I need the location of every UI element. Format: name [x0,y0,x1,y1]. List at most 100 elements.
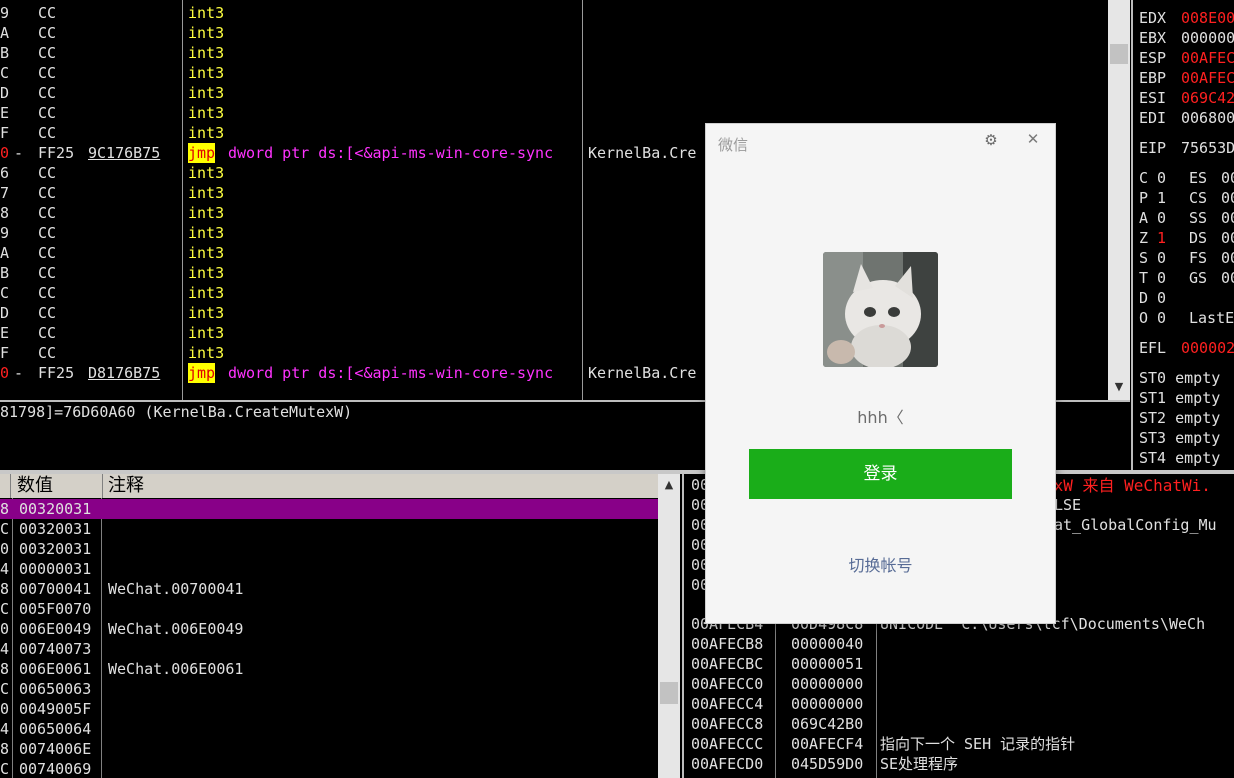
dump-value: 00700041 [19,580,92,598]
instruction: int3 [188,184,225,202]
switch-account-link[interactable]: 切换帐号 [706,552,1055,576]
stack-comment-partial: LSE [1054,496,1082,514]
dump-row[interactable]: C 00740069 [0,759,658,778]
dump-row[interactable]: C 005F0070 [0,599,658,619]
dump-row[interactable]: 4 00000031 [0,559,658,579]
dump-value: 0074006E [19,740,92,758]
stack-value: 00000000 [791,675,864,693]
register-value: 00AFEC [1181,69,1234,87]
disasm-row[interactable]: 9 CC int3 [0,3,1108,23]
column-separator [182,0,183,400]
disasm-row[interactable]: B CC int3 [0,43,1108,63]
register-name: EBX [1139,29,1167,47]
address-tail: 0 [0,620,10,638]
dump-row[interactable]: 0 006E0049 WeChat.006E0049 [0,619,658,639]
address-tail: C [0,680,10,698]
register-value: 069C42 [1181,89,1234,107]
fpu-register: ST4 empty [1139,449,1221,467]
flag-value: 0 [1157,289,1167,307]
scrollbar-thumb[interactable] [1110,44,1128,64]
opcode-bytes: CC [38,204,57,222]
instruction: int3 [188,24,225,42]
stack-address[interactable]: 00AFECCC [691,734,763,754]
segment-value: 00 [1221,229,1234,247]
dump-value: 00320031 [19,500,92,518]
header-value[interactable]: 数值 [17,474,53,498]
address-tail: 8 [0,580,10,598]
flag-value: 0 [1157,309,1167,327]
stack-value: 069C42B0 [791,715,864,733]
dump-row[interactable]: 0 0049005F [0,699,658,719]
address-tail: 4 [0,720,10,738]
instruction-comment: KernelBa.Cre [588,144,697,162]
jump-marker: - [14,364,24,382]
column-separator [775,624,776,778]
fpu-register: ST0 empty [1139,369,1221,387]
column-separator [876,624,877,778]
dump-row[interactable]: 4 00650064 [0,719,658,739]
address-tail: 6 [0,164,10,182]
dump-pane: 数值 注释 8 00320031 C 00320031 0 00320031 4 000000… [0,474,658,778]
login-button[interactable]: 登录 [749,449,1012,499]
dump-row[interactable]: 4 00740073 [0,639,658,659]
segment-name: FS [1189,249,1208,267]
instruction-operand: dword ptr ds:[<&api-ms-win-core-sync [228,364,554,382]
address-tail: E [0,104,10,122]
address-tail: 4 [0,640,10,658]
opcode-bytes: CC [38,344,57,362]
instruction: int3 [188,204,225,222]
scroll-up-arrow-icon[interactable]: ▲ [658,478,680,496]
fpu-register: ST1 empty [1139,389,1221,407]
stack-address[interactable]: 00AFECB8 [691,634,763,654]
disasm-row[interactable]: A CC int3 [0,23,1108,43]
register-name: EFL [1139,339,1167,357]
flag-value: 0 [1157,169,1167,187]
stack-header-text: exW 来自 WeChatWi. [1044,476,1211,495]
dump-scrollbar[interactable]: ▲ [658,474,680,778]
scrollbar-thumb[interactable] [660,682,678,704]
dump-row[interactable]: 0 00320031 [0,539,658,559]
address-tail: D [0,84,10,102]
gear-icon[interactable]: ⚙ [983,132,999,148]
stack-address[interactable]: 00AFECD0 [691,754,763,774]
stack-address[interactable]: 00AFECC4 [691,694,763,714]
instruction: int3 [188,324,225,342]
flag-value: 0 [1157,209,1167,227]
instruction: int3 [188,284,225,302]
register-name: EDI [1139,109,1167,127]
stack-address[interactable]: 00AFECBC [691,654,763,674]
stack-comment-partial: at_GlobalConfig_Mu [1054,516,1217,534]
header-divider[interactable] [102,474,103,498]
opcode-bytes: CC [38,4,57,22]
dump-value: 00650063 [19,680,92,698]
close-icon[interactable]: ✕ [1025,131,1041,147]
address-tail: A [0,244,10,262]
header-comment[interactable]: 注释 [108,474,144,498]
dump-value: 00000031 [19,560,92,578]
dump-row[interactable]: 8 0074006E [0,739,658,759]
header-divider[interactable] [10,474,11,498]
register-value: 75653D [1181,139,1234,157]
disasm-row[interactable]: C CC int3 [0,63,1108,83]
address-tail: F [0,124,10,142]
register-name: EDX [1139,9,1167,27]
disasm-row[interactable]: D CC int3 [0,83,1108,103]
address-tail: C [0,760,10,778]
opcode-bytes: CC [38,244,57,262]
stack-address[interactable]: 00AFECC0 [691,674,763,694]
dump-row[interactable]: C 00650063 [0,679,658,699]
scroll-down-arrow-icon[interactable]: ▼ [1108,380,1130,398]
disasm-row[interactable]: E CC int3 [0,103,1108,123]
instruction: int3 [188,304,225,322]
stack-address[interactable]: 00AFECC8 [691,714,763,734]
flag-value: 0 [1157,269,1167,287]
dump-row[interactable]: 8 00700041 WeChat.00700041 [0,579,658,599]
dump-row[interactable]: 8 00320031 [0,499,658,519]
segment-value: 00 [1221,209,1234,227]
dump-row[interactable]: 8 006E0061 WeChat.006E0061 [0,659,658,679]
register-name: EBP [1139,69,1167,87]
dump-row[interactable]: C 00320031 [0,519,658,539]
dump-comment: WeChat.006E0061 [108,660,244,678]
instruction: int3 [188,44,225,62]
disassembly-scrollbar[interactable]: ▼ [1108,0,1130,400]
